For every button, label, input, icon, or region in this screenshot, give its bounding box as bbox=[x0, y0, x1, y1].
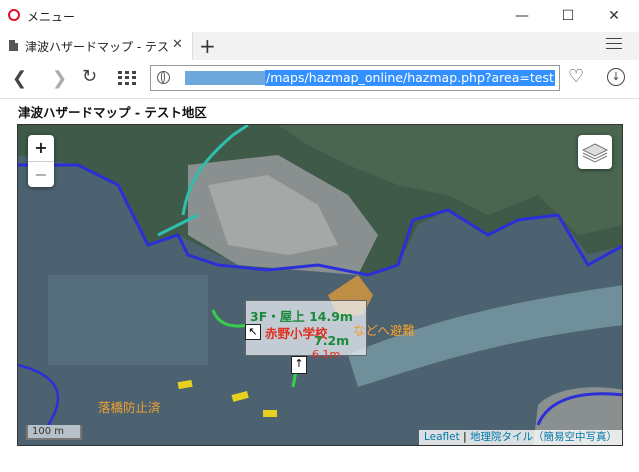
reload-button[interactable]: ↻ bbox=[82, 66, 97, 87]
navigation-bar: ❮ ❯ ↻ /maps/hazmap_online/hazmap.php?are… bbox=[0, 60, 639, 99]
tab-hazard-map[interactable]: 津波ハザードマップ - テスト地図 ✕ bbox=[0, 32, 193, 60]
back-button[interactable]: ❮ bbox=[12, 68, 27, 89]
attribution-separator: | bbox=[463, 431, 467, 443]
depth-label-1: 7.2m bbox=[314, 333, 350, 348]
new-tab-button[interactable]: + bbox=[199, 34, 216, 58]
tab-label: 津波ハザードマップ - テスト地図 bbox=[25, 40, 170, 54]
maximize-button[interactable]: ☐ bbox=[545, 0, 591, 32]
menu-label[interactable]: メニュー bbox=[27, 8, 75, 25]
page-title: 津波ハザードマップ - テスト地区 bbox=[18, 105, 207, 120]
minimize-button[interactable]: — bbox=[499, 0, 545, 32]
speed-dial-grid-icon[interactable] bbox=[118, 71, 136, 85]
url-redacted bbox=[185, 71, 265, 85]
tab-close-icon[interactable]: ✕ bbox=[172, 37, 183, 52]
scale-bar: 100 m bbox=[26, 425, 82, 440]
depth-label-2: 6.1m bbox=[312, 348, 341, 361]
tab-bar: 津波ハザードマップ - テスト地図 ✕ + bbox=[0, 32, 639, 60]
download-icon[interactable]: ↓ bbox=[607, 68, 625, 86]
layers-button[interactable] bbox=[578, 135, 612, 169]
tab-menu-icon[interactable] bbox=[606, 38, 622, 52]
hazard-map[interactable]: + − 3F・屋上 14.9m 赤野小学校 などへ避難 7.2m 6.1m 落橋… bbox=[17, 124, 623, 446]
up-arrow-icon[interactable]: ↑ bbox=[291, 356, 307, 374]
bridge-label: 落橋防止済 bbox=[98, 400, 161, 415]
zoom-in-button[interactable]: + bbox=[28, 135, 54, 162]
tile-source-link[interactable]: 地理院タイル（簡易空中写真） bbox=[470, 431, 617, 443]
layers-icon bbox=[581, 143, 609, 163]
zoom-out-button[interactable]: − bbox=[28, 162, 54, 188]
leaflet-link[interactable]: Leaflet bbox=[424, 431, 460, 443]
globe-icon bbox=[157, 71, 170, 84]
address-bar[interactable]: /maps/hazmap_online/hazmap.php?area=test bbox=[150, 65, 560, 91]
close-window-button[interactable]: ✕ bbox=[591, 0, 637, 32]
opera-logo-icon[interactable] bbox=[8, 9, 20, 21]
zoom-control: + − bbox=[28, 135, 54, 187]
evacuate-label: などへ避難 bbox=[353, 323, 415, 338]
document-icon bbox=[9, 40, 18, 51]
map-attribution: Leaflet | 地理院タイル（簡易空中写真） bbox=[419, 430, 622, 445]
direction-arrow-icon[interactable]: ↖ bbox=[245, 324, 261, 340]
bookmark-heart-icon[interactable]: ♡ bbox=[568, 66, 584, 87]
title-bar: メニュー — ☐ ✕ bbox=[0, 0, 639, 32]
forward-button[interactable]: ❯ bbox=[52, 68, 67, 89]
url-text[interactable]: /maps/hazmap_online/hazmap.php?area=test bbox=[265, 70, 555, 86]
